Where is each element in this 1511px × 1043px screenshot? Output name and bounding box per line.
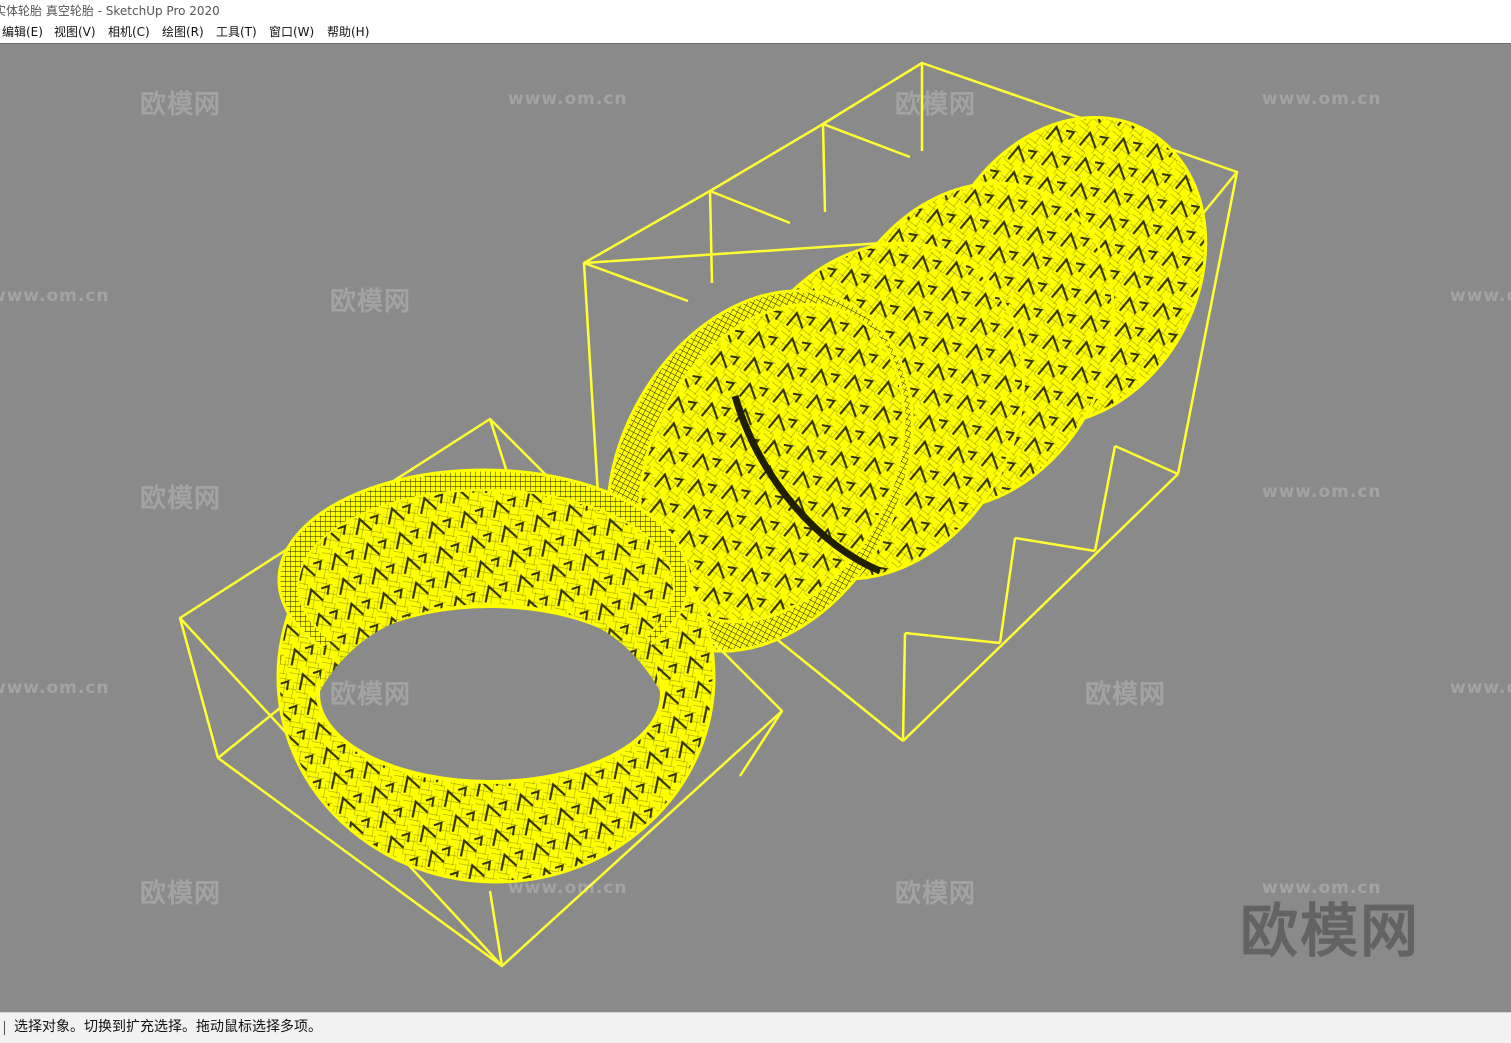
watermark: 欧模网 xyxy=(140,484,222,514)
wireframe-scene xyxy=(178,61,1239,968)
menu-bar: 编辑(E) 视图(V) 相机(C) 绘图(R) 工具(T) 窗口(W) 帮助(H… xyxy=(0,22,1511,42)
watermark: 欧模网 xyxy=(330,680,412,710)
menu-draw[interactable]: 绘图(R) xyxy=(162,22,204,42)
watermark: www.om.cn xyxy=(508,89,628,109)
watermark: 欧模网 xyxy=(140,90,222,120)
watermark: www.om.cn xyxy=(0,678,110,698)
status-grip xyxy=(4,1021,5,1035)
status-text: 选择对象。切换到扩充选择。拖动鼠标选择多项。 xyxy=(14,1019,322,1035)
watermark: www.om.cn xyxy=(0,286,110,306)
watermark: www.om.cn xyxy=(1262,89,1382,109)
status-bar: 选择对象。切换到扩充选择。拖动鼠标选择多项。 xyxy=(0,1012,1511,1043)
watermark: 欧模网 xyxy=(895,879,977,909)
menu-camera[interactable]: 相机(C) xyxy=(108,22,150,42)
menu-edit[interactable]: 编辑(E) xyxy=(2,22,43,42)
watermark: www.om.cn xyxy=(1262,482,1382,502)
title-bar: 实体轮胎 真空轮胎 - SketchUp Pro 2020 xyxy=(0,0,1511,22)
menu-tools[interactable]: 工具(T) xyxy=(216,22,257,42)
watermark: www.om.cn xyxy=(1450,286,1511,306)
3d-viewport[interactable]: 欧模网 www.om.cn 欧模网 www.om.cn www.om.cn 欧模… xyxy=(0,43,1511,1013)
watermark: 欧模网 xyxy=(140,879,222,909)
menu-help[interactable]: 帮助(H) xyxy=(327,22,369,42)
watermark: 欧模网 xyxy=(895,90,977,120)
watermark: www.om.cn xyxy=(1450,678,1511,698)
watermark: 欧模网 xyxy=(1085,680,1167,710)
watermark: 欧模网 xyxy=(330,287,412,317)
site-logo: 欧模网 xyxy=(1240,897,1421,965)
watermark: www.om.cn xyxy=(508,878,628,898)
menu-window[interactable]: 窗口(W) xyxy=(269,22,314,42)
menu-view[interactable]: 视图(V) xyxy=(54,22,96,42)
window-title: 实体轮胎 真空轮胎 - SketchUp Pro 2020 xyxy=(0,4,220,18)
